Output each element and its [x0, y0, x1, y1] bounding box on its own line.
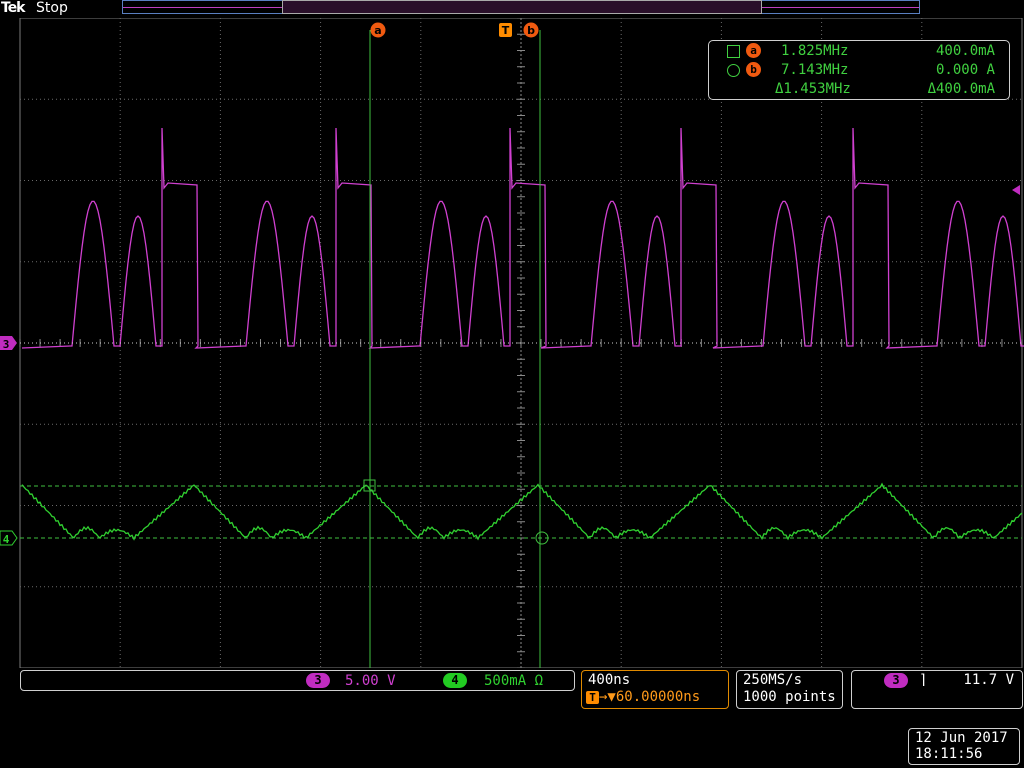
trigger-level[interactable]: 11.7 V: [963, 672, 1014, 688]
ch3-scale[interactable]: 5.00 V: [345, 673, 396, 689]
record-length: 1000 points: [743, 689, 836, 705]
svg-text:b: b: [527, 24, 535, 37]
ch4-badge[interactable]: 4: [443, 673, 467, 688]
svg-text:3: 3: [3, 338, 10, 351]
circle-icon: [727, 64, 740, 77]
svg-text:a: a: [374, 24, 381, 37]
ch3-waveform: [21, 127, 1024, 349]
cursor-readout-panel: a 1.825MHz 400.0mA b 7.143MHz 0.000 A Δ1…: [708, 40, 1010, 100]
ch4-waveform: [21, 482, 1023, 541]
horizontal-panel[interactable]: 400ns T →▼60.00000ns: [581, 670, 729, 709]
trigger-source-badge[interactable]: 3: [884, 673, 908, 688]
cursor-b-row: b 7.143MHz 0.000 A: [709, 62, 1009, 81]
delta-amplitude: Δ400.0mA: [927, 81, 995, 97]
cursor-b-label[interactable]: b: [523, 22, 539, 38]
acquisition-state[interactable]: Stop: [36, 0, 68, 17]
ch3-ground-marker[interactable]: 3: [0, 336, 17, 351]
horizontal-scale[interactable]: 400ns: [588, 672, 630, 688]
trigger-position-label[interactable]: T: [499, 23, 512, 37]
ch3-badge[interactable]: 3: [306, 673, 330, 688]
trigger-panel[interactable]: 3 ⌉ 11.7 V: [851, 670, 1023, 709]
cursor-delta-row: Δ1.453MHz Δ400.0mA: [709, 81, 1009, 100]
trigger-level-arrow-icon: [1012, 185, 1020, 195]
waveform-display[interactable]: a T b 3 4: [0, 18, 1024, 668]
cursor-a-frequency: 1.825MHz: [781, 43, 849, 59]
svg-text:4: 4: [3, 533, 10, 546]
cursor-b-amplitude: 0.000 A: [935, 62, 995, 78]
acquisition-panel[interactable]: 250MS/s 1000 points: [736, 670, 843, 709]
cursor-b-frequency: 7.143MHz: [781, 62, 849, 78]
channel-scale-bar[interactable]: 3 5.00 V 4 500mA Ω: [20, 670, 575, 691]
falling-edge-icon: ⌉: [920, 672, 926, 688]
record-view-window[interactable]: [282, 0, 762, 14]
ch4-scale[interactable]: 500mA Ω: [484, 673, 543, 689]
trigger-position-icon: T: [586, 690, 599, 704]
sample-rate: 250MS/s: [743, 672, 803, 688]
time: 18:11:56: [915, 746, 983, 762]
delta-frequency: Δ1.453MHz: [775, 81, 851, 97]
ch4-ground-marker[interactable]: 4: [0, 530, 18, 546]
cursor-a-row: a 1.825MHz 400.0mA: [709, 43, 1009, 62]
cursor-a-amplitude: 400.0mA: [935, 43, 995, 59]
cursor-a-badge: a: [746, 43, 761, 58]
cursor-b-badge: b: [746, 62, 761, 77]
date-time-display: 12 Jun 2017 18:11:56: [908, 728, 1020, 765]
svg-text:T: T: [502, 24, 510, 37]
trigger-position-value: →▼60.00000ns: [599, 689, 701, 705]
trigger-position[interactable]: T →▼60.00000ns: [586, 689, 700, 705]
square-icon: [727, 45, 740, 58]
date: 12 Jun 2017: [915, 730, 1008, 746]
brand-logo: Tek: [1, 0, 25, 16]
cursor-a-label[interactable]: a: [370, 22, 386, 38]
